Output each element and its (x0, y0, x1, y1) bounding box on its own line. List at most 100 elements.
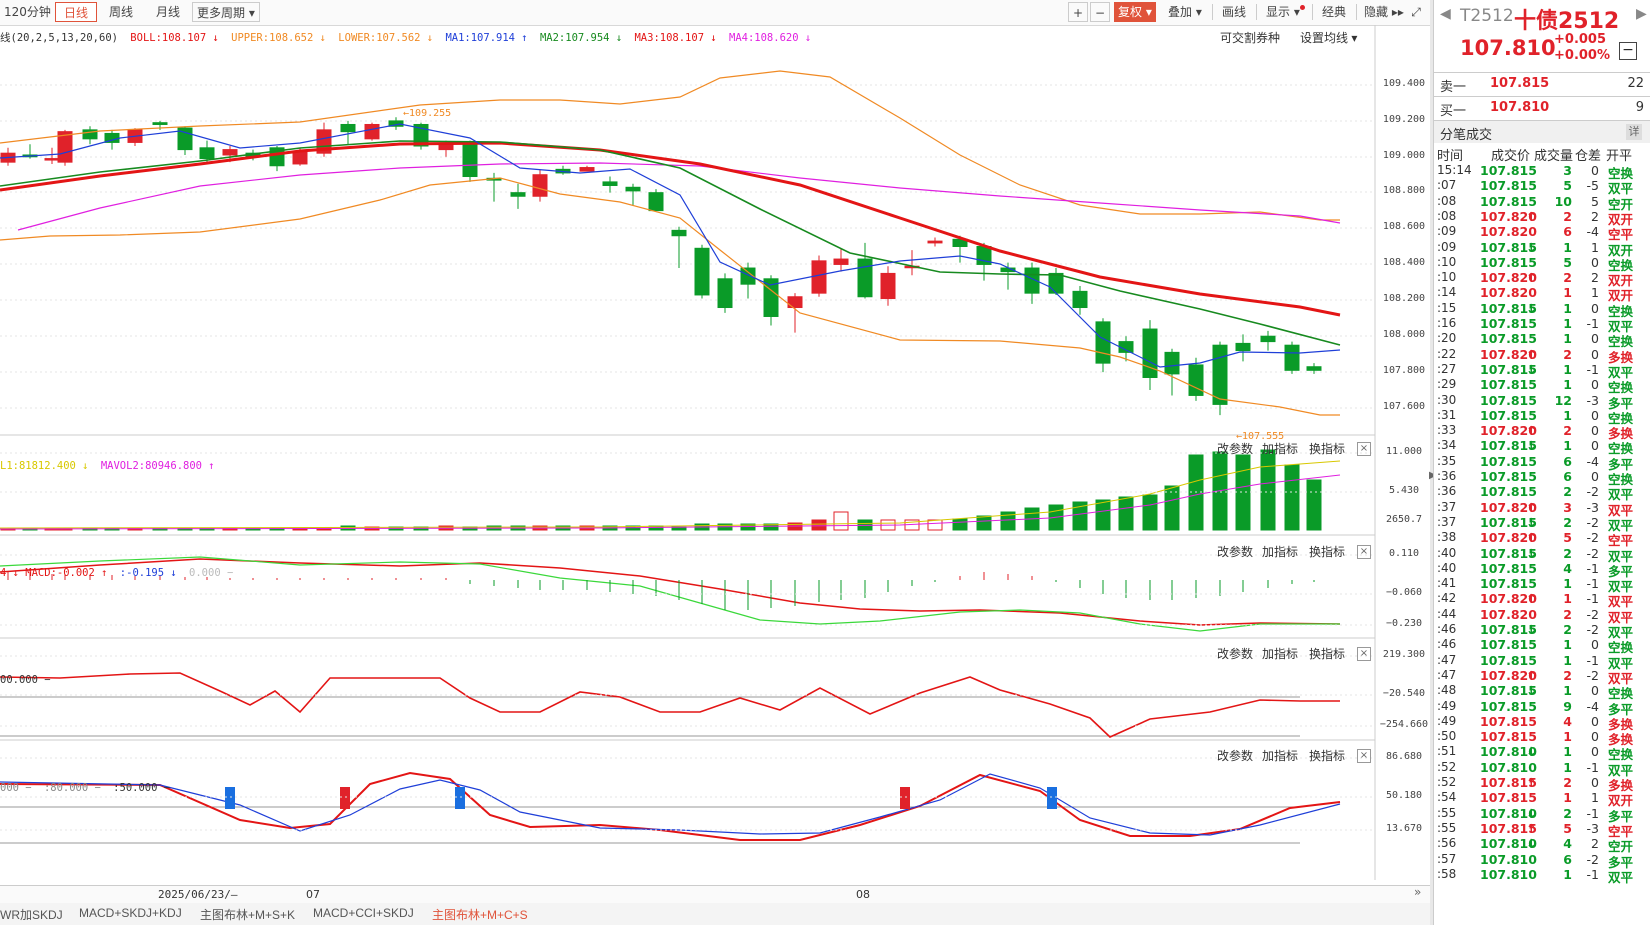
tick-volume: 1 (1563, 331, 1572, 347)
candle-down (462, 141, 478, 178)
prev-contract-icon[interactable]: ◀ (1440, 6, 1451, 22)
tick-price: 107.815 (1480, 790, 1537, 806)
edit-params-button[interactable]: 改参数 (1217, 440, 1253, 457)
tick-row: :40 107.815 ↓ 2 -2 双平 (1434, 545, 1650, 564)
edit-params-button[interactable]: 改参数 (1217, 747, 1253, 764)
tick-row: :08 107.815 10 5 空开 (1434, 194, 1650, 212)
close-pane-icon[interactable]: × (1357, 442, 1371, 456)
kdj-signal-marker (1047, 787, 1057, 809)
period-monthly[interactable]: 月线 (152, 2, 184, 22)
tab-boll-mcs[interactable]: 主图布林+M+C+S (432, 906, 528, 923)
close-pane-icon[interactable]: × (1357, 545, 1371, 559)
scroll-right-icon[interactable]: » (1414, 885, 1421, 899)
edit-params-button[interactable]: 改参数 (1217, 645, 1253, 662)
tick-time: :41 (1437, 576, 1457, 591)
last-price: 107.810 (1460, 36, 1556, 60)
candle-up (44, 158, 60, 161)
cci-axis-label: 219.300 (1382, 649, 1426, 660)
tick-oi-change: -4 (1586, 453, 1599, 469)
minimize-icon[interactable]: − (1619, 42, 1637, 60)
tick-list[interactable]: 15:14 107.815 3 0 空换:07 107.815 5 -5 双平:08 107.81… (1434, 163, 1650, 925)
close-pane-icon[interactable]: × (1357, 749, 1371, 763)
kline-chart-area[interactable] (0, 25, 1430, 880)
tick-row: :16 107.815 1 -1 双平 (1434, 316, 1650, 334)
kdj-pane (0, 771, 1341, 844)
tick-volume: 4 (1563, 560, 1572, 576)
next-contract-icon[interactable]: ▶ (1636, 6, 1647, 22)
period-daily[interactable]: 日线 (55, 2, 97, 22)
period-120min[interactable]: 120分钟 (0, 2, 55, 22)
draw-line-button[interactable]: 画线 (1218, 2, 1250, 22)
tab-boll-msk[interactable]: 主图布林+M+S+K (200, 906, 295, 923)
tick-volume: 1 (1563, 683, 1572, 699)
volume-axis-label: 2650.7 (1385, 514, 1423, 525)
period-weekly[interactable]: 周线 (105, 2, 137, 22)
tick-arrow: ↑ (1526, 208, 1537, 224)
tick-row: :08 107.820 ↑ 2 2 双开 (1434, 208, 1650, 227)
add-indicator-button[interactable]: 加指标 (1262, 543, 1298, 560)
macd-axis-label: −0.060 (1385, 587, 1423, 598)
price-axis-label: 109.400 (1382, 78, 1426, 89)
tick-volume: 1 (1563, 637, 1572, 653)
switch-indicator-button[interactable]: 换指标 (1309, 645, 1345, 662)
tick-price: 107.815 (1480, 560, 1537, 576)
tick-time: :07 (1437, 178, 1457, 193)
tick-volume: 1 (1563, 361, 1572, 377)
tick-oi-change: 0 (1591, 407, 1599, 423)
switch-indicator-button[interactable]: 换指标 (1309, 440, 1345, 457)
candle-down (1072, 290, 1088, 309)
price-change-pct: +0.00% (1554, 48, 1610, 63)
tick-row: :33 107.820 ↑ 2 0 多换 (1434, 423, 1650, 441)
tick-volume: 1 (1563, 744, 1572, 760)
tick-row: :15 107.815 ↓ 1 0 空换 (1434, 301, 1650, 319)
tick-row: :52 107.810 1 -1 双平 (1434, 760, 1650, 778)
candle-down (1095, 321, 1111, 364)
add-indicator-button[interactable]: 加指标 (1262, 747, 1298, 764)
tick-row: :47 107.815 1 -1 双平 (1434, 652, 1650, 671)
overlay-button[interactable]: 叠加 ▾ (1164, 2, 1206, 22)
tick-time: :40 (1437, 545, 1457, 560)
fullscreen-icon[interactable]: ⤢ (1406, 2, 1426, 22)
close-pane-icon[interactable]: × (1357, 647, 1371, 661)
more-periods-dropdown[interactable]: 更多周期 ▾ (192, 2, 260, 22)
tick-time: :34 (1437, 438, 1457, 453)
classic-button[interactable]: 经典 (1318, 2, 1350, 22)
adjust-rights-button[interactable]: 复权 ▾ (1114, 2, 1156, 22)
tick-volume: 5 (1563, 254, 1572, 270)
hide-button[interactable]: 隐藏 ▸▸ (1360, 2, 1408, 22)
mavol2-line (0, 474, 1341, 530)
tab-macd-skdj-kdj[interactable]: MACD+SKDJ+KDJ (79, 906, 182, 920)
volume-axis-label: 11.000 (1385, 446, 1423, 457)
add-indicator-button[interactable]: 加指标 (1262, 645, 1298, 662)
zoom-in-button[interactable]: + (1068, 2, 1088, 22)
vol-legend-a: L1:81812.400 ↓ (0, 460, 89, 472)
tick-detail-button[interactable]: 详 (1626, 124, 1642, 140)
tick-price: 107.815 (1480, 254, 1537, 270)
switch-indicator-button[interactable]: 换指标 (1309, 747, 1345, 764)
period-toolbar: 120分钟 日线 周线 月线 更多周期 ▾ + − 复权 ▾ 叠加 ▾ 画线 显… (0, 0, 1430, 26)
tick-arrow: ↓ (1526, 836, 1537, 852)
edit-params-button[interactable]: 改参数 (1217, 543, 1253, 560)
add-indicator-button[interactable]: 加指标 (1262, 440, 1298, 457)
tick-time: :47 (1437, 652, 1457, 667)
candle-up (880, 272, 896, 300)
tick-row: :52 107.815 ↑ 2 0 多换 (1434, 775, 1650, 793)
tick-oi-change: -1 (1586, 652, 1599, 668)
tick-time: :47 (1437, 667, 1457, 682)
tab-macd-cci-skdj[interactable]: MACD+CCI+SKDJ (313, 906, 414, 920)
tick-row: :29 107.815 1 0 空换 (1434, 377, 1650, 395)
tick-oi-change: -1 (1586, 591, 1599, 607)
zoom-out-button[interactable]: − (1090, 2, 1110, 22)
macd-legend-c: 0.000 − (189, 567, 234, 579)
tick-volume: 3 (1563, 163, 1572, 178)
candle-down (857, 258, 873, 298)
volume-bar (811, 519, 827, 531)
switch-indicator-button[interactable]: 换指标 (1309, 543, 1345, 560)
tick-row: :30 107.815 12 -3 多平 (1434, 393, 1650, 411)
cci-axis-label: −20.540 (1382, 688, 1426, 699)
display-button[interactable]: 显示 ▾ (1262, 2, 1304, 22)
price-axis-label: 108.200 (1382, 293, 1426, 304)
tick-price: 107.815 (1480, 469, 1537, 484)
tab-wr-skdj[interactable]: WR加SKDJ (0, 906, 63, 923)
tick-row: :36 107.815 6 0 空换 (1434, 469, 1650, 487)
